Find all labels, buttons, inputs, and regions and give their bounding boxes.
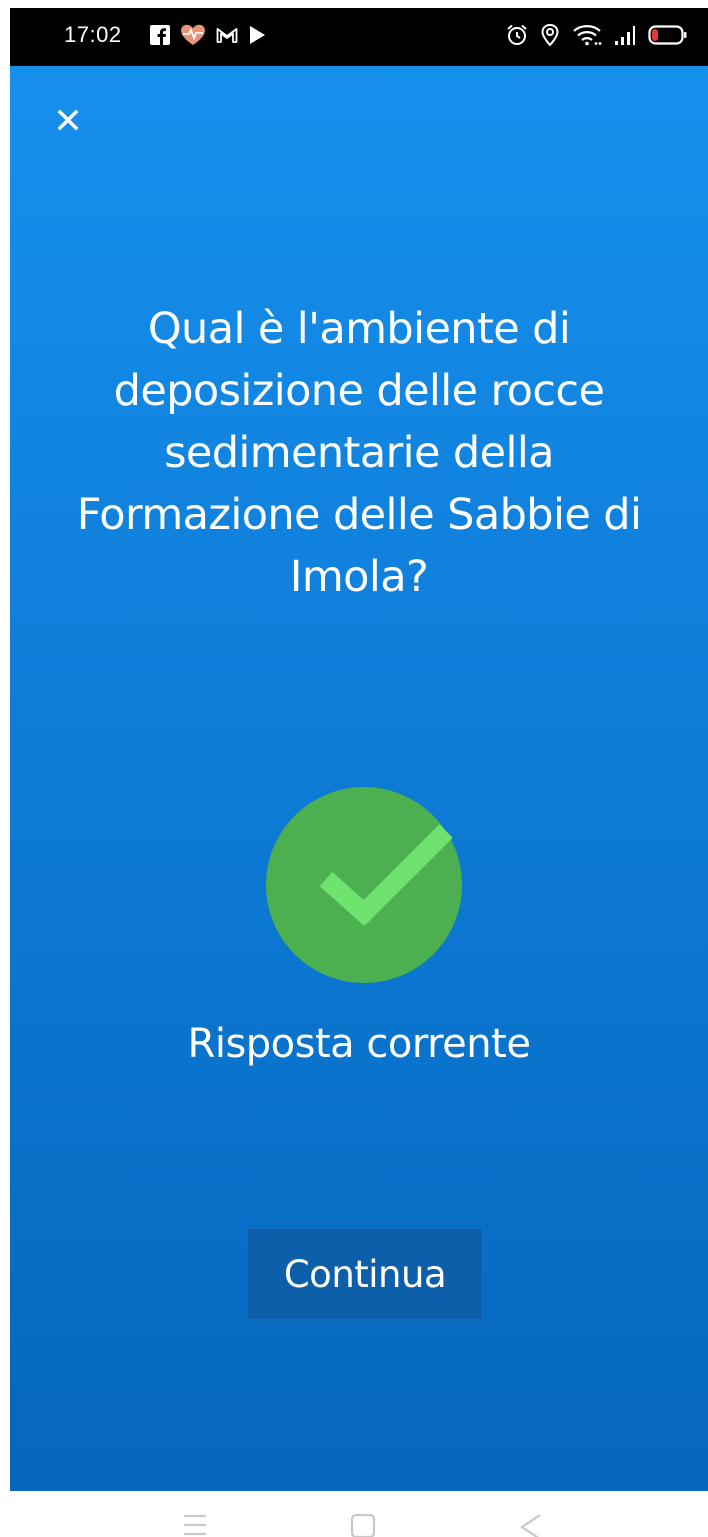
checkmark-icon [319, 824, 453, 927]
question-line: Imola? [289, 552, 429, 602]
close-button[interactable] [50, 102, 86, 138]
status-time: 17:02 [64, 22, 122, 47]
system-status-icons [506, 23, 688, 51]
question-text: Qual è l'ambiente di deposizione delle r… [30, 298, 688, 608]
continue-button[interactable]: Continua [248, 1229, 482, 1319]
gmail-icon [216, 26, 238, 49]
question-line: sedimentarie della [164, 428, 554, 478]
play-icon [248, 25, 266, 50]
status-bar: 17:02 [10, 8, 708, 66]
facebook-icon [150, 25, 170, 50]
success-badge [266, 787, 462, 983]
signal-icon [614, 24, 636, 51]
wifi-icon [572, 24, 602, 51]
screen-edge [0, 0, 10, 1537]
health-heart-icon [180, 24, 206, 51]
home-square-icon[interactable] [350, 1513, 376, 1537]
notification-icons [150, 24, 266, 51]
back-triangle-icon[interactable] [518, 1513, 544, 1537]
alarm-icon [506, 24, 528, 51]
menu-icon[interactable] [182, 1513, 208, 1537]
question-line: Qual è l'ambiente di [147, 304, 571, 354]
battery-icon [648, 24, 688, 51]
system-nav-bar [10, 1491, 708, 1537]
question-line: Formazione delle Sabbie di [76, 490, 642, 540]
quiz-result-panel: Qual è l'ambiente di deposizione delle r… [10, 66, 708, 1491]
location-icon [540, 23, 560, 51]
result-label: Risposta corrente [187, 1021, 531, 1067]
question-line: deposizione delle rocce [113, 366, 605, 416]
close-icon[interactable] [50, 102, 86, 138]
screen: 17:02 Qual è l'ambiente di deposizione d… [0, 0, 708, 1537]
